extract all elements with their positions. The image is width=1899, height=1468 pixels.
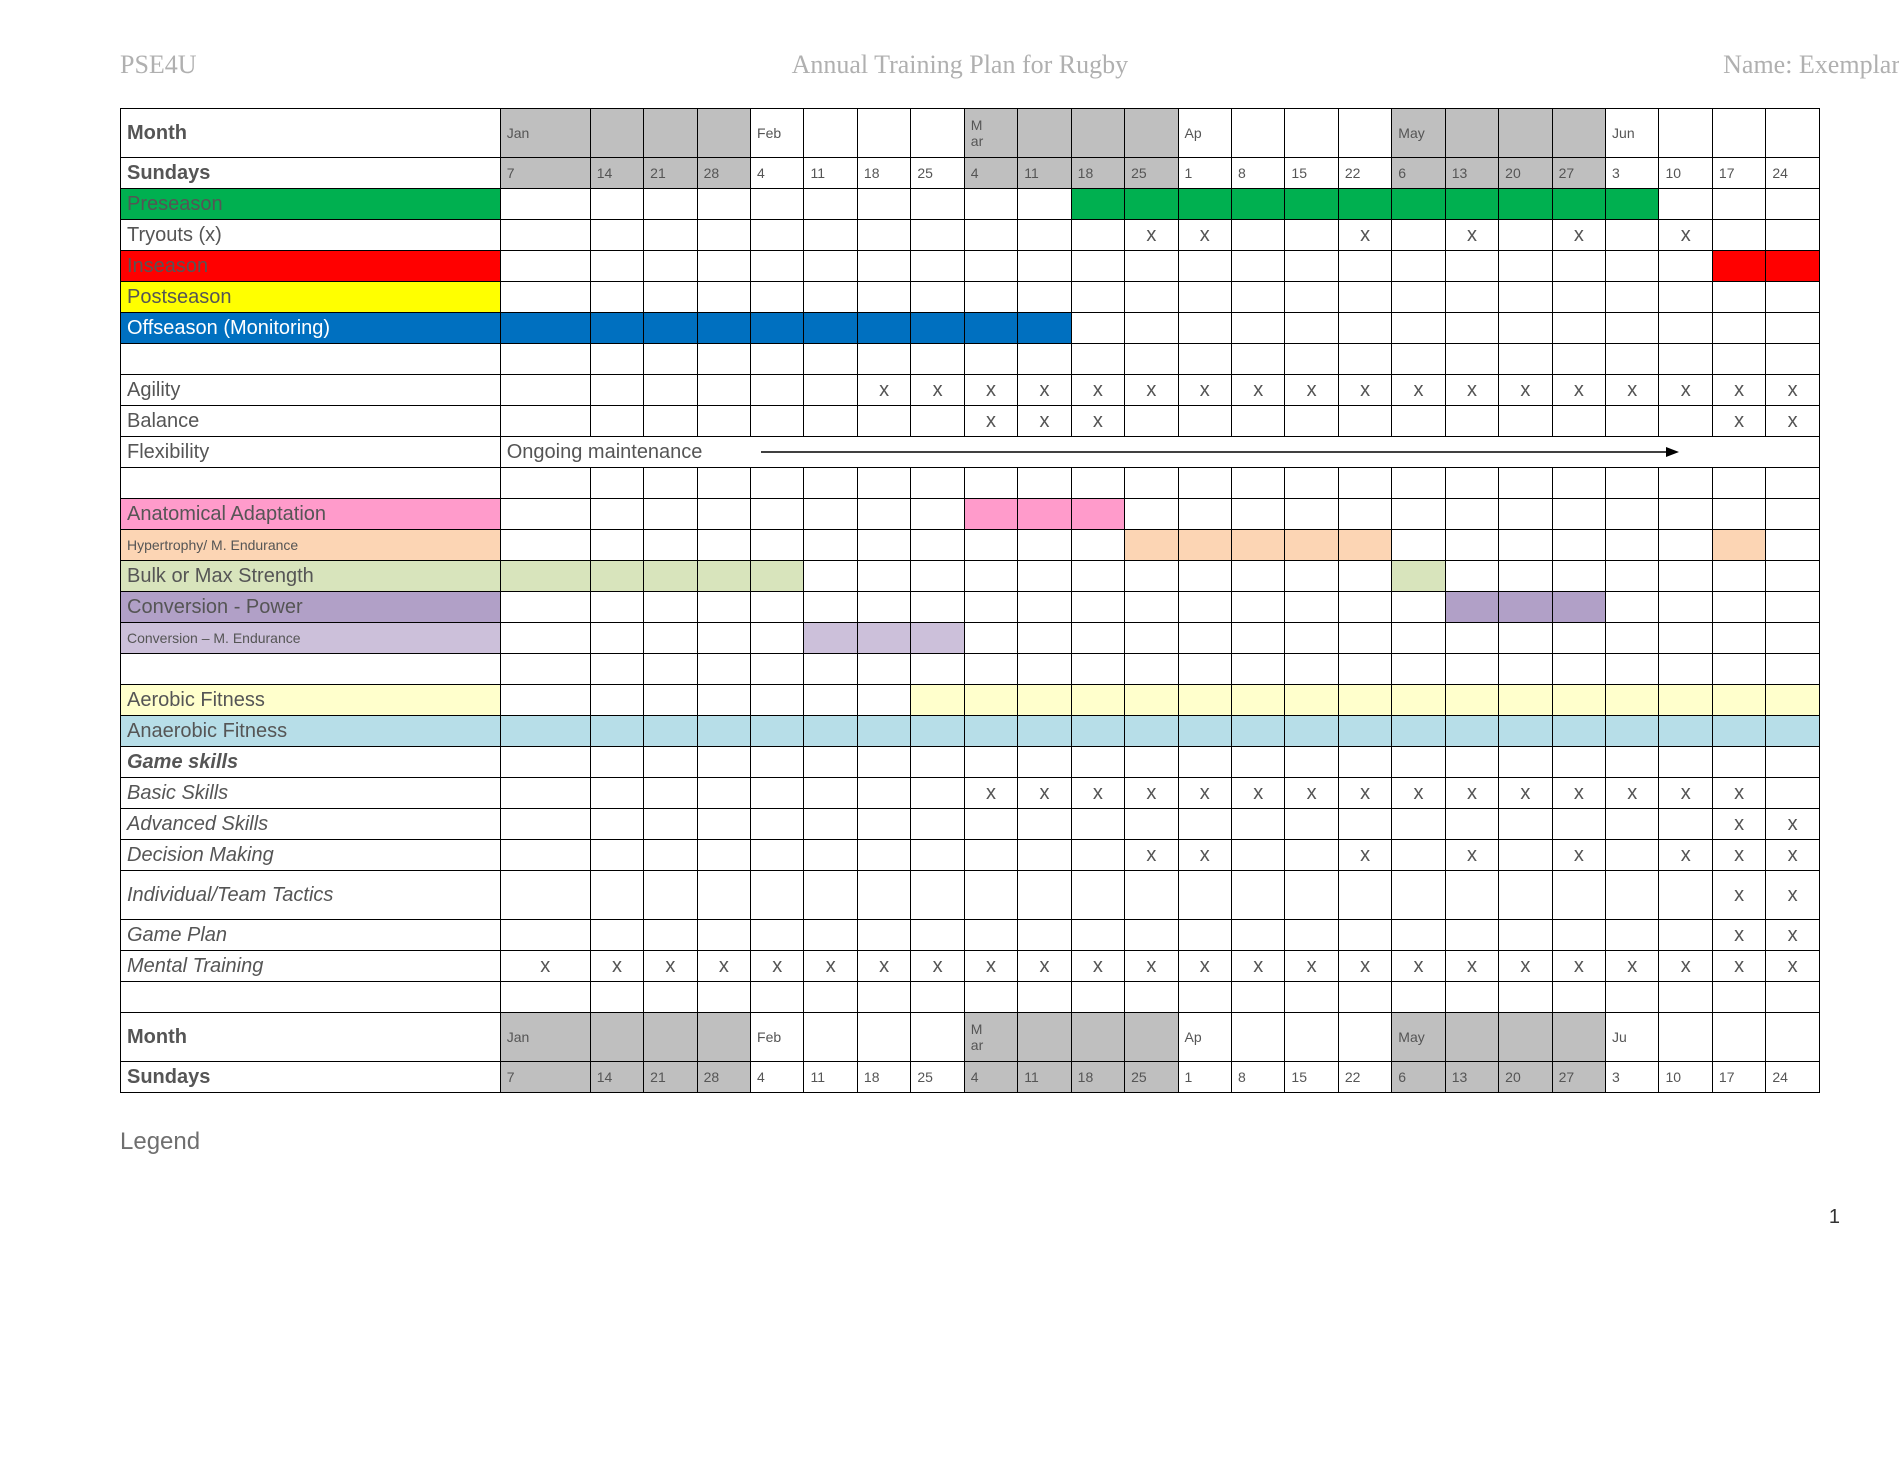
sundays-row-bottom: Sundays714212841118254111825181522613202… xyxy=(121,1062,1820,1093)
tactics-row: Individual/Team Tacticsxx xyxy=(121,871,1820,920)
hyper-row: Hypertrophy/ M. Endurance xyxy=(121,530,1820,561)
header-center: Annual Training Plan for Rugby xyxy=(197,50,1724,80)
aerobic-row: Aerobic Fitness xyxy=(121,685,1820,716)
gameplan-row: Game Planxx xyxy=(121,920,1820,951)
anaerobic-row: Anaerobic Fitness xyxy=(121,716,1820,747)
convp-row: Conversion - Power xyxy=(121,592,1820,623)
preseason-row: Preseason xyxy=(121,189,1820,220)
tryouts-row: Tryouts (x)xxxxxx xyxy=(121,220,1820,251)
month-row-bottom: MonthJanFebMarApMayJu xyxy=(121,1013,1820,1062)
flexibility-row: FlexibilityOngoing maintenance xyxy=(121,437,1820,468)
month-row: MonthJanFebMarApMayJun xyxy=(121,109,1820,158)
decision-row: Decision Makingxxxxxxxx xyxy=(121,840,1820,871)
postseason-row: Postseason xyxy=(121,282,1820,313)
mental-row: Mental Trainingxxxxxxxxxxxxxxxxxxxxxxxx xyxy=(121,951,1820,982)
header-left: PSE4U xyxy=(120,50,197,80)
advanced-row: Advanced Skillsxx xyxy=(121,809,1820,840)
header-right: Name: Exemplar xyxy=(1723,50,1899,80)
page-number: 1 xyxy=(120,1206,1840,1229)
training-plan-table: MonthJanFebMarApMayJunSundays71421284111… xyxy=(120,108,1820,1093)
inseason-row: Inseason xyxy=(121,251,1820,282)
balance-row: Balancexxxxx xyxy=(121,406,1820,437)
basic-row: Basic Skillsxxxxxxxxxxxxxxx xyxy=(121,778,1820,809)
agility-row: Agilityxxxxxxxxxxxxxxxxxx xyxy=(121,375,1820,406)
page-header: PSE4U Annual Training Plan for Rugby Nam… xyxy=(120,50,1899,80)
anat-row: Anatomical Adaptation xyxy=(121,499,1820,530)
gameskills-row: Game skills xyxy=(121,747,1820,778)
convm-row: Conversion – M. Endurance xyxy=(121,623,1820,654)
legend-label: Legend xyxy=(120,1128,1899,1156)
offseason-row: Offseason (Monitoring) xyxy=(121,313,1820,344)
sundays-row: Sundays714212841118254111825181522613202… xyxy=(121,158,1820,189)
bulk-row: Bulk or Max Strength xyxy=(121,561,1820,592)
